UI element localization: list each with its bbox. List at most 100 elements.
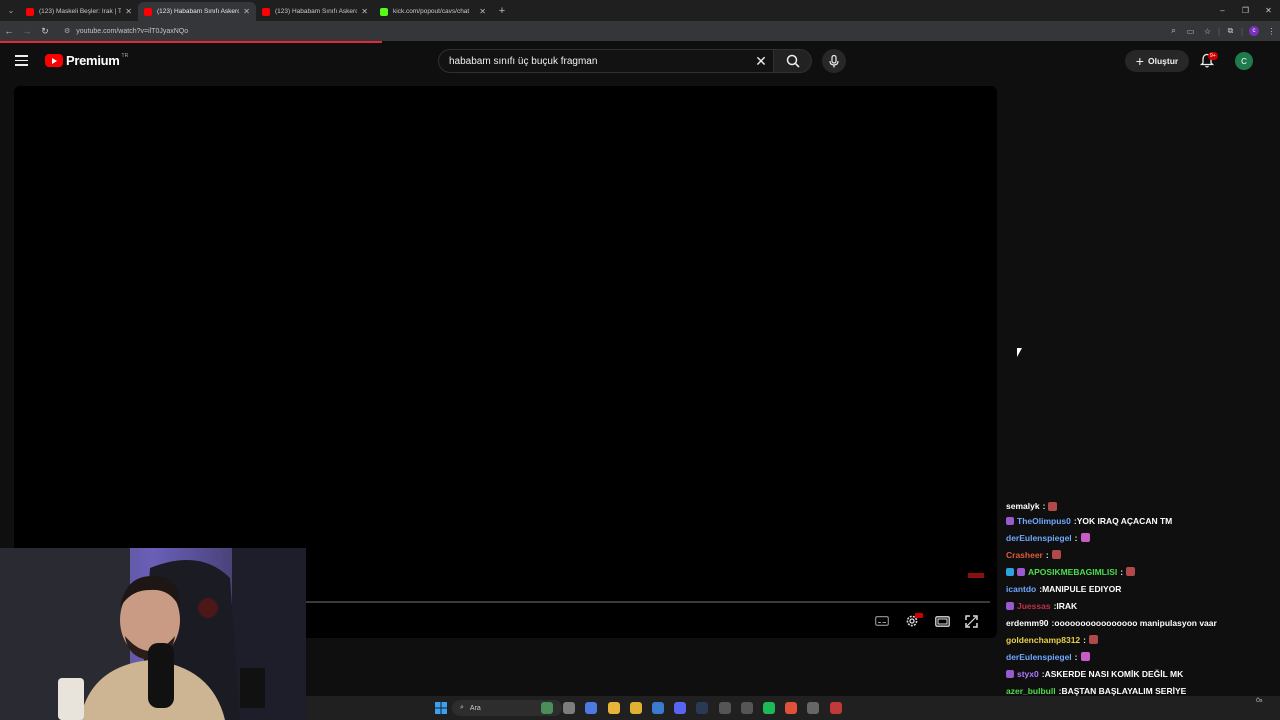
chat-message: icantdo: MANIPULE EDIYOR bbox=[1006, 580, 1280, 597]
plus-icon: + bbox=[1135, 53, 1144, 69]
reload-icon[interactable]: ↻ bbox=[36, 22, 54, 40]
screen: ⌄ (123) Maskeli Beşler: Irak | Tek P✕(12… bbox=[0, 0, 1280, 720]
forward-icon[interactable]: → bbox=[18, 22, 36, 40]
account-avatar[interactable]: C bbox=[1235, 52, 1253, 70]
profile-avatar[interactable]: c bbox=[1249, 26, 1259, 36]
logo-text: Premium bbox=[66, 53, 120, 68]
webcam-feed bbox=[0, 548, 306, 720]
guide-menu-icon[interactable] bbox=[15, 55, 29, 67]
chat-username[interactable]: styx0 bbox=[1017, 669, 1039, 679]
subscriber-badge-icon bbox=[1006, 669, 1014, 678]
subscriber-badge-icon bbox=[1006, 601, 1014, 610]
obs-icon[interactable] bbox=[740, 702, 753, 714]
cast-icon[interactable]: ▭ bbox=[1182, 22, 1199, 40]
streamer-webcam-image bbox=[0, 548, 306, 720]
system-tray-clock[interactable]: Ös bbox=[1256, 698, 1262, 705]
browser-menu-icon[interactable]: ⋮ bbox=[1263, 22, 1280, 40]
extensions-icon[interactable]: ⧉ bbox=[1222, 22, 1239, 40]
tab-title: kick.com/popout/cavs/chat bbox=[393, 8, 470, 15]
tab-close-icon[interactable]: ✕ bbox=[125, 7, 132, 16]
chat-text: oooooooooooooooo manipulasyon vaar bbox=[1054, 617, 1217, 628]
site-info-icon[interactable]: ⚙ bbox=[64, 27, 70, 35]
chat-username[interactable]: Juessas bbox=[1017, 601, 1051, 611]
app-icon-3[interactable] bbox=[829, 702, 842, 714]
divider: | bbox=[1240, 26, 1244, 36]
chat-message: Juessas: IRAK bbox=[1006, 597, 1280, 614]
widgets-icon[interactable] bbox=[541, 702, 553, 714]
youtube-masthead: Premium TR hababam sınıfı üç buçuk fragm… bbox=[0, 43, 1280, 81]
create-label: Oluştur bbox=[1147, 56, 1179, 66]
app-icon[interactable] bbox=[718, 702, 731, 714]
bookmark-star-icon[interactable]: ☆ bbox=[1199, 22, 1216, 40]
tab-favicon-icon bbox=[262, 7, 270, 16]
search-button[interactable] bbox=[774, 49, 812, 73]
tab-favicon-icon bbox=[380, 7, 388, 16]
browser-tab[interactable]: (123) Maskeli Beşler: Irak | Tek P✕ bbox=[20, 2, 138, 21]
chat-emote-icon bbox=[1080, 652, 1090, 661]
chat-username[interactable]: erdemm90 bbox=[1006, 618, 1049, 628]
chat-text: MANIPULE EDIYOR bbox=[1042, 583, 1122, 594]
subtitles-button[interactable] bbox=[873, 612, 891, 630]
tab-search-icon[interactable]: ⌄ bbox=[2, 2, 20, 20]
tab-favicon-icon bbox=[144, 7, 152, 16]
tab-close-icon[interactable]: ✕ bbox=[361, 7, 368, 16]
chat-username[interactable]: TheOlimpus0 bbox=[1017, 516, 1071, 526]
theater-mode-icon bbox=[934, 615, 950, 627]
clear-search-icon[interactable]: ✕ bbox=[749, 53, 773, 70]
chrome-icon-2[interactable] bbox=[785, 702, 798, 714]
browser-tab[interactable]: kick.com/popout/cavs/chat ✕ bbox=[374, 2, 492, 21]
chat-text: ASKERDE NASI KOMİK DEĞİL MK bbox=[1044, 668, 1184, 679]
zoom-icon[interactable]: ⌕ bbox=[1165, 22, 1182, 40]
chat-username[interactable]: goldenchamp8312 bbox=[1006, 635, 1080, 645]
search-input[interactable]: hababam sınıfı üç buçuk fragman ✕ bbox=[438, 49, 774, 73]
address-bar[interactable]: ⚙ youtube.com/watch?v=ilT0JyaxNQo bbox=[58, 23, 1188, 39]
browser-tab[interactable]: (123) Hababam Sınıfı Askerde | ✕ bbox=[256, 2, 374, 21]
taskbar-search-label: Ara bbox=[469, 704, 481, 712]
chat-message: APOSIKMEBAGIMLISI: bbox=[1006, 563, 1280, 580]
fullscreen-button[interactable] bbox=[962, 612, 980, 630]
restore-icon[interactable]: ❐ bbox=[1234, 0, 1257, 21]
browser-toolbar: ← → ↻ ⚙ youtube.com/watch?v=ilT0JyaxNQo … bbox=[0, 21, 1280, 41]
new-tab-button[interactable]: + bbox=[494, 3, 510, 19]
app-icon-2[interactable] bbox=[807, 702, 820, 714]
chat-text: YOK IRAQ AÇACAN TM bbox=[1076, 515, 1173, 526]
minimize-icon[interactable]: – bbox=[1211, 0, 1234, 21]
chat-username[interactable]: APOSIKMEBAGIMLISI bbox=[1028, 567, 1117, 577]
tab-close-icon[interactable]: ✕ bbox=[479, 7, 486, 16]
chat-emote-icon bbox=[1051, 550, 1061, 559]
video-progress-bar[interactable] bbox=[306, 601, 990, 603]
voice-search-button[interactable] bbox=[822, 49, 846, 73]
file-explorer-icon[interactable] bbox=[629, 702, 642, 714]
tab-title: (123) Maskeli Beşler: Irak | Tek P bbox=[39, 8, 122, 15]
task-view-icon[interactable] bbox=[563, 702, 576, 714]
chat-username[interactable]: icantdo bbox=[1006, 584, 1036, 594]
create-button[interactable]: + Oluştur bbox=[1125, 50, 1189, 72]
steam-icon[interactable] bbox=[696, 702, 709, 714]
microphone-icon bbox=[829, 54, 839, 67]
fullscreen-icon bbox=[964, 614, 978, 628]
toolbar-actions: ⌕ ▭ ☆ | ⧉ | c ⋮ bbox=[1165, 21, 1280, 41]
back-icon[interactable]: ← bbox=[0, 22, 18, 40]
close-window-icon[interactable]: ✕ bbox=[1257, 0, 1280, 21]
chat-message: TheOlimpus0: YOK IRAQ AÇACAN TM bbox=[1006, 512, 1280, 529]
chat-username[interactable]: derEulenspiegel bbox=[1006, 533, 1072, 543]
windows-start-icon[interactable] bbox=[435, 702, 447, 714]
youtube-premium-logo[interactable]: Premium TR bbox=[45, 53, 128, 68]
chat-username[interactable]: derEulenspiegel bbox=[1006, 652, 1072, 662]
chat-username[interactable]: semalyk bbox=[1006, 501, 1040, 511]
discord-icon[interactable] bbox=[674, 702, 687, 714]
chrome-icon[interactable] bbox=[607, 702, 620, 714]
spotify-icon[interactable] bbox=[763, 702, 775, 714]
theater-mode-button[interactable] bbox=[933, 612, 951, 630]
ccleaner-icon[interactable] bbox=[652, 702, 664, 714]
browser-tab[interactable]: (123) Hababam Sınıfı Askerde | ✕ bbox=[138, 2, 256, 21]
chat-separator: : bbox=[1083, 634, 1087, 645]
copilot-icon[interactable] bbox=[585, 702, 598, 714]
chat-separator: : bbox=[1074, 651, 1078, 662]
notification-count-badge: 9+ bbox=[1208, 52, 1218, 60]
tab-close-icon[interactable]: ✕ bbox=[243, 7, 250, 16]
chat-separator: : bbox=[1074, 532, 1078, 543]
chat-username[interactable]: Crasheer bbox=[1006, 550, 1043, 560]
search-icon bbox=[786, 54, 800, 68]
chat-username[interactable]: azer_bulbull bbox=[1006, 686, 1056, 696]
